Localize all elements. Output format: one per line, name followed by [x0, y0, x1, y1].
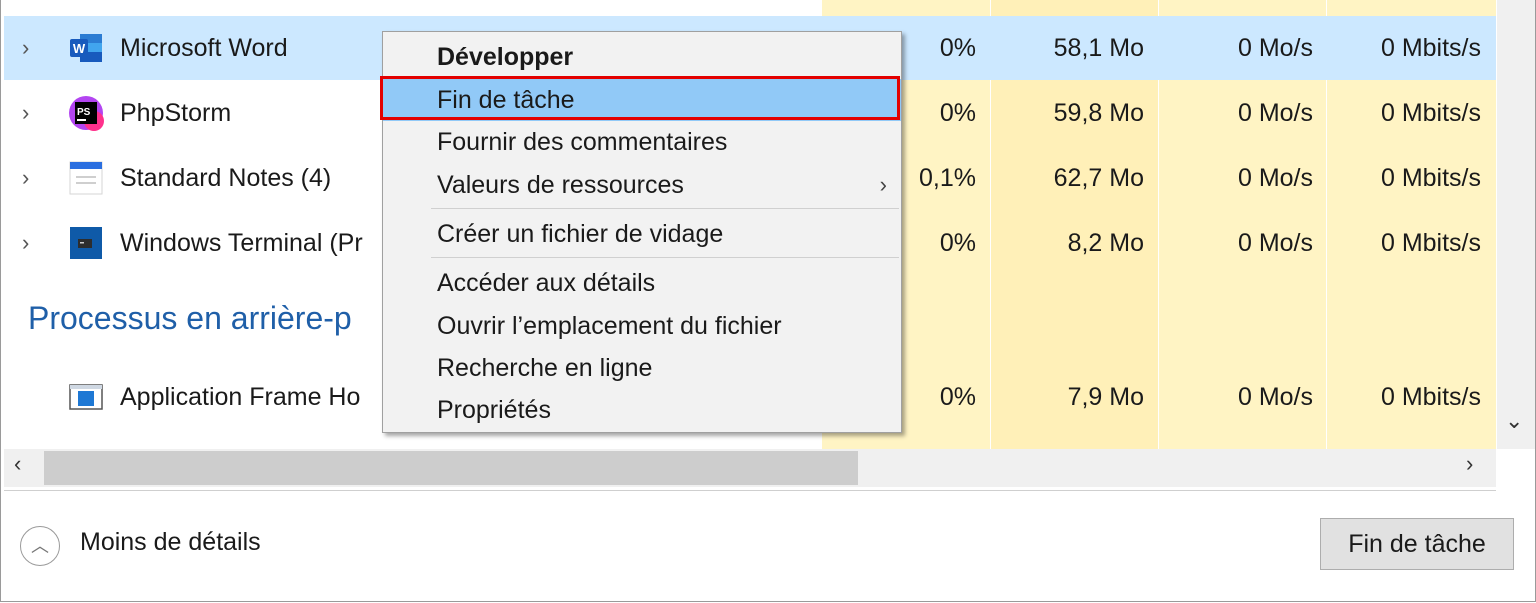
menu-separator	[431, 208, 899, 209]
network-value: 0 Mbits/s	[1380, 383, 1481, 411]
scroll-left-icon[interactable]: ‹	[14, 451, 21, 477]
menu-item-resource-values[interactable]: Valeurs de ressources ›	[383, 164, 901, 206]
menu-item-create-dump[interactable]: Créer un fichier de vidage	[383, 213, 901, 255]
svg-text:W: W	[73, 41, 86, 56]
disk-value: 0 Mo/s	[1237, 34, 1313, 62]
disk-value: 0 Mo/s	[1237, 383, 1313, 411]
scroll-right-icon[interactable]: ›	[1466, 451, 1473, 477]
network-value: 0 Mbits/s	[1380, 99, 1481, 127]
memory-value: 59,8 Mo	[1053, 99, 1144, 127]
menu-item-resource-values-label: Valeurs de ressources	[437, 171, 684, 199]
disk-value: 0 Mo/s	[1237, 99, 1313, 127]
process-name: Application Frame Ho	[120, 383, 361, 411]
menu-item-search-online[interactable]: Recherche en ligne	[383, 347, 901, 389]
word-icon: W	[70, 34, 102, 62]
menu-item-end-task[interactable]: Fin de tâche	[380, 76, 901, 121]
less-details-link[interactable]: Moins de détails	[80, 528, 261, 557]
process-name: PhpStorm	[120, 99, 232, 127]
disk-value: 0 Mo/s	[1237, 229, 1313, 257]
standard-notes-icon	[69, 161, 103, 195]
memory-value: 58,1 Mo	[1053, 34, 1144, 62]
footer-divider	[4, 490, 1496, 491]
process-name: Windows Terminal (Pr	[120, 229, 363, 257]
scroll-down-icon[interactable]: ⌄	[1505, 408, 1523, 434]
expand-chevron-icon[interactable]: ›	[22, 16, 29, 80]
process-name: Standard Notes (4)	[120, 164, 332, 192]
network-value: 0 Mbits/s	[1380, 229, 1481, 257]
svg-text:PS: PS	[77, 107, 91, 118]
menu-item-feedback[interactable]: Fournir des commentaires	[383, 121, 901, 163]
submenu-arrow-icon: ›	[879, 172, 887, 197]
expand-chevron-icon[interactable]: ›	[22, 81, 29, 145]
horizontal-scroll-thumb[interactable]	[44, 451, 858, 485]
network-value: 0 Mbits/s	[1380, 34, 1481, 62]
expand-chevron-icon[interactable]: ›	[22, 211, 29, 275]
vertical-scrollbar[interactable]: ⌄	[1497, 0, 1535, 449]
app-frame-icon	[69, 384, 103, 410]
menu-separator	[431, 257, 899, 258]
memory-value: 7,9 Mo	[1067, 383, 1144, 411]
memory-value: 62,7 Mo	[1053, 164, 1144, 192]
memory-value: 8,2 Mo	[1067, 229, 1144, 257]
highlight-box	[380, 76, 900, 120]
menu-item-go-to-details[interactable]: Accéder aux détails	[383, 262, 901, 304]
collapse-icon[interactable]: ︿	[20, 526, 60, 566]
background-processes-heading: Processus en arrière-p	[28, 300, 352, 336]
horizontal-scrollbar[interactable]: ‹ ›	[4, 449, 1496, 487]
menu-item-open-file-location[interactable]: Ouvrir l’emplacement du fichier	[383, 305, 901, 347]
disk-value: 0 Mo/s	[1237, 164, 1313, 192]
menu-item-expand[interactable]: Développer	[383, 36, 901, 78]
terminal-icon	[70, 227, 102, 259]
process-name: Microsoft Word	[120, 34, 288, 62]
network-value: 0 Mbits/s	[1380, 164, 1481, 192]
expand-chevron-icon[interactable]: ›	[22, 146, 29, 210]
phpstorm-icon: PS	[69, 96, 104, 131]
context-menu: Développer Fin de tâche Fournir des comm…	[380, 31, 902, 433]
menu-item-properties[interactable]: Propriétés	[383, 389, 901, 431]
end-task-button[interactable]: Fin de tâche	[1320, 518, 1514, 570]
